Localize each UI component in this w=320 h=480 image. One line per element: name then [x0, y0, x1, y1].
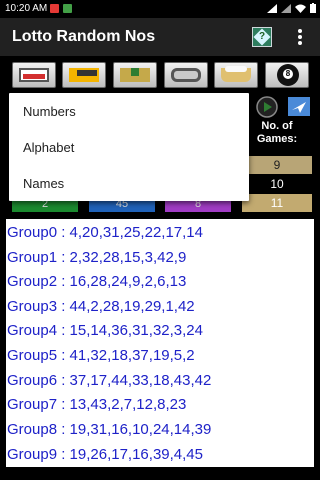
list-item: Group6 : 37,17,44,33,18,43,42	[7, 372, 212, 389]
list-item: Group5 : 41,32,18,37,19,5,2	[7, 347, 195, 364]
eight-ball-icon[interactable]: 8	[265, 62, 309, 88]
results-list: Group0 : 4,20,31,25,22,17,14 Group1 : 2,…	[6, 219, 314, 467]
list-item: Group1 : 2,32,28,15,3,42,9	[7, 249, 187, 266]
overflow-menu-icon[interactable]	[295, 27, 305, 49]
signal-icon	[281, 3, 291, 13]
list-item: Group4 : 15,14,36,31,32,3,24	[7, 322, 203, 339]
mode-dropdown-menu: Numbers Alphabet Names	[9, 93, 249, 201]
games-option-selected[interactable]: 10	[242, 175, 312, 193]
notification-icon	[50, 4, 59, 13]
tool-row: 8	[0, 62, 320, 90]
list-item: Group9 : 19,26,17,16,39,4,45	[7, 446, 203, 463]
games-option[interactable]: 11	[242, 194, 312, 212]
list-item: Group3 : 44,2,28,19,29,1,42	[7, 298, 195, 315]
status-icons	[267, 3, 316, 13]
list-item: Group7 : 13,43,2,7,12,8,23	[7, 396, 187, 413]
signal-icon	[267, 3, 277, 13]
status-bar: 10:20 AM	[0, 0, 320, 18]
bottom-bar	[0, 470, 320, 480]
app-title: Lotto Random Nos	[12, 28, 156, 45]
wifi-icon	[295, 4, 306, 13]
chain-icon[interactable]	[164, 62, 208, 88]
play-icon[interactable]	[256, 96, 278, 118]
send-icon[interactable]	[288, 96, 310, 118]
app-bar: Lotto Random Nos ?	[0, 18, 320, 56]
list-item: Group2 : 16,28,24,9,2,6,13	[7, 273, 187, 290]
folder-icon[interactable]	[62, 62, 106, 88]
list-item: Group0 : 4,20,31,25,22,17,14	[7, 224, 203, 241]
battery-icon	[310, 3, 316, 13]
menu-item-names[interactable]: Names	[23, 176, 64, 191]
help-icon[interactable]: ?	[252, 27, 272, 47]
basket-icon[interactable]	[214, 62, 258, 88]
status-time: 10:20 AM	[5, 3, 48, 14]
notification-icon	[63, 4, 72, 13]
games-label: No. of Games:	[256, 120, 298, 145]
menu-item-alphabet[interactable]: Alphabet	[23, 140, 74, 155]
app-screen: 10:20 AM Lotto Random Nos ? 8 No. of Gam…	[0, 0, 320, 480]
lotto-ticket-icon[interactable]	[12, 62, 56, 88]
games-option[interactable]: 9	[242, 156, 312, 174]
list-item: Group8 : 19,31,16,10,24,14,39	[7, 421, 212, 438]
download-icon[interactable]	[113, 62, 157, 88]
menu-item-numbers[interactable]: Numbers	[23, 104, 76, 119]
